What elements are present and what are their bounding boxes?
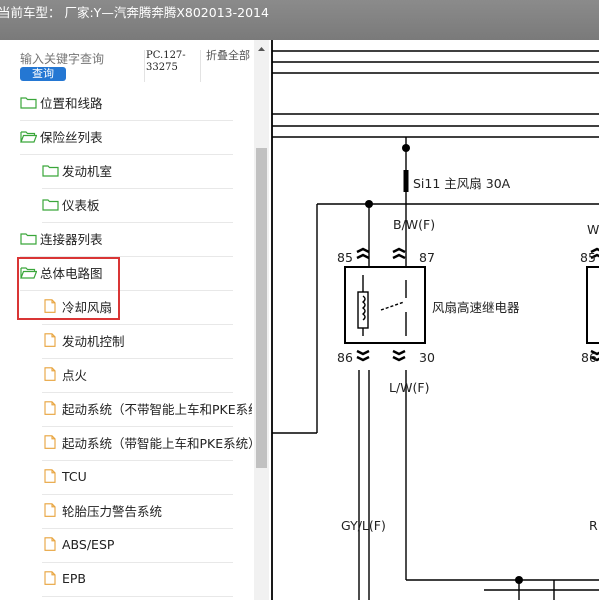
tree-item-label: 起动系统（带智能上车和PKE系统） — [62, 435, 252, 451]
tree-item[interactable]: 仪表板 — [42, 192, 252, 216]
document-icon — [44, 571, 56, 585]
tree-item[interactable]: 起动系统（不带智能上车和PKE系统） — [42, 396, 252, 420]
tree-item-label: 仪表板 — [62, 197, 100, 213]
pc-code-label: PC.127-33275 — [146, 50, 186, 73]
pin-87-label: 87 — [419, 250, 435, 265]
vehicle-model-title: 当前车型： 厂家:Y—汽奔腾奔腾X802013-2014 — [0, 5, 269, 20]
selection-highlight — [17, 257, 120, 320]
tree-divider — [42, 324, 233, 325]
pin-85-label: 85 — [337, 250, 353, 265]
tree-divider — [42, 528, 233, 529]
tree-item-label: 连接器列表 — [40, 231, 103, 247]
tree-item-label: EPB — [62, 570, 87, 586]
relay-label: 风扇高速继电器 — [432, 300, 520, 315]
fuse-label: Si11 主风扇 30A — [413, 176, 511, 191]
tree-item-label: TCU — [62, 468, 87, 484]
sidebar: 查询 PC.127-33275 折叠全部 位置和线路保险丝列表发动机室仪表板连接… — [0, 40, 254, 600]
tree-divider — [42, 188, 233, 189]
collapse-all-button[interactable]: 折叠全部 — [206, 50, 250, 62]
document-icon — [44, 537, 56, 551]
tree-divider — [42, 596, 233, 597]
tree-item[interactable]: 连接器列表 — [20, 226, 252, 250]
tree-item-label: 起动系统（不带智能上车和PKE系统） — [62, 401, 252, 417]
tree-item-label: 发动机控制 — [62, 333, 125, 349]
tree-item-label: 发动机室 — [62, 163, 113, 179]
wire-label-bottom: L/W(F) — [389, 380, 429, 395]
folder-icon — [42, 199, 59, 211]
tree-item[interactable]: 发动机控制 — [42, 328, 252, 352]
tree-divider — [42, 562, 233, 563]
tree-item[interactable]: EPB — [42, 566, 252, 590]
toolbar-separator — [144, 50, 145, 82]
pin-30-label: 30 — [419, 350, 435, 365]
folder-open-icon — [20, 131, 37, 143]
scrollbar-thumb[interactable] — [256, 148, 267, 468]
tree-item[interactable]: 位置和线路 — [20, 90, 252, 114]
tree-divider — [42, 358, 233, 359]
right-wire-label-left: R — [589, 518, 598, 533]
document-icon — [44, 435, 56, 449]
tree-divider — [42, 222, 233, 223]
tree-item[interactable]: ABS/ESP — [42, 532, 252, 556]
folder-icon — [20, 97, 37, 109]
document-icon — [44, 367, 56, 381]
wire-label-top: B/W(F) — [393, 217, 435, 232]
tree-divider — [42, 392, 233, 393]
tree-divider — [42, 460, 233, 461]
title-bar: 当前车型： 厂家:Y—汽奔腾奔腾X802013-2014 — [0, 0, 599, 40]
tree-item[interactable]: 保险丝列表 — [20, 124, 252, 148]
tree-divider — [42, 426, 233, 427]
tree-item[interactable]: 轮胎压力警告系统 — [42, 498, 252, 522]
tree-item[interactable]: 起动系统（带智能上车和PKE系统） — [42, 430, 252, 454]
document-icon — [44, 401, 56, 415]
wire-label-left: GY/L(F) — [341, 518, 386, 533]
tree-item-label: 位置和线路 — [40, 95, 103, 111]
document-icon — [44, 469, 56, 483]
tree-item[interactable]: 发动机室 — [42, 158, 252, 182]
toolbar-separator — [200, 50, 201, 82]
tree-divider — [20, 120, 233, 121]
folder-icon — [20, 233, 37, 245]
right-pin-85-label: 85 — [580, 250, 596, 265]
document-icon — [44, 503, 56, 517]
tree-item[interactable]: TCU — [42, 464, 252, 488]
wiring-diagram: Si11 主风扇 30A B/W(F) 85 87 风扇高速继电器 86 30 … — [269, 40, 599, 600]
tree-item-label: 轮胎压力警告系统 — [62, 503, 163, 519]
tree-divider — [20, 154, 233, 155]
right-wire-label-top: W — [587, 222, 599, 237]
right-pin-86-label: 86 — [581, 350, 597, 365]
tree-divider — [42, 494, 233, 495]
scroll-up-arrow-icon[interactable] — [254, 43, 269, 55]
document-icon — [44, 333, 56, 347]
search-button[interactable]: 查询 — [20, 67, 66, 81]
pin-86-label: 86 — [337, 350, 353, 365]
search-input[interactable] — [20, 52, 140, 66]
folder-icon — [42, 165, 59, 177]
tree-item-label: ABS/ESP — [62, 536, 115, 552]
tree-item-label: 保险丝列表 — [40, 129, 103, 145]
tree-item-label: 点火 — [62, 367, 88, 383]
tree-item[interactable]: 点火 — [42, 362, 252, 386]
